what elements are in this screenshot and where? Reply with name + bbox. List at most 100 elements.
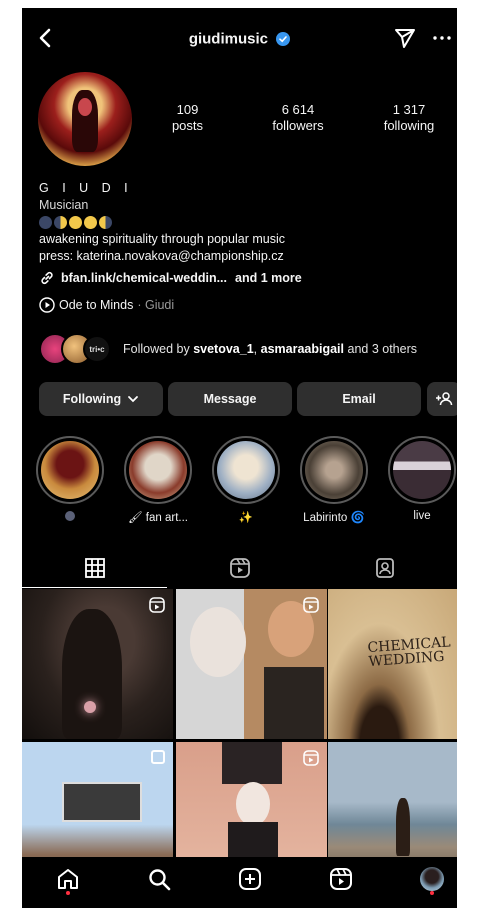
- posts-grid: CHEMICAL WEDDING: [22, 589, 457, 892]
- following-value: 1 317: [392, 102, 426, 117]
- following-button-label: Following: [62, 392, 122, 406]
- posts-count[interactable]: 109 posts: [160, 102, 215, 134]
- avatar-face: [78, 98, 92, 116]
- moon-icon: [84, 215, 97, 229]
- bottom-navigation: [22, 857, 457, 908]
- bio-line-2[interactable]: press: katerina.novakova@championship.cz: [39, 248, 449, 265]
- more-options-icon[interactable]: [432, 30, 452, 46]
- tab-posts-grid[interactable]: [22, 548, 167, 588]
- nav-reels[interactable]: [329, 867, 353, 891]
- profile-bio: G I U D I Musician awakening spiritualit…: [39, 180, 449, 313]
- moon-icon: [39, 215, 52, 229]
- followers-label: followers: [272, 118, 324, 133]
- category-label: Musician: [39, 197, 89, 212]
- reel-icon: [303, 750, 319, 766]
- followed-by-user-1: svetova_1: [193, 342, 254, 356]
- highlight-label: Labirinto 🌀: [303, 512, 365, 524]
- highlight-ring: [124, 436, 192, 504]
- followed-by-suffix: and 3 others: [347, 342, 418, 356]
- posts-label: posts: [171, 118, 204, 133]
- story-highlight[interactable]: Labirinto 🌀: [298, 436, 370, 524]
- music-title: Ode to Minds: [59, 297, 134, 312]
- paintbrush-icon: 🖌: [128, 512, 146, 524]
- highlight-cover: [305, 441, 363, 499]
- message-button-label: Message: [203, 392, 257, 406]
- profile-content-tabs: [22, 548, 457, 588]
- reel-icon: [149, 597, 165, 613]
- followers-count[interactable]: 6 614 followers: [262, 102, 334, 134]
- bio-link-more: and 1 more: [235, 271, 302, 285]
- post-figure: [264, 667, 324, 739]
- nav-create[interactable]: [238, 867, 262, 891]
- profile-music-row[interactable]: Ode to Minds · Giudi: [39, 297, 449, 314]
- post-thumbnail[interactable]: CHEMICAL WEDDING: [328, 589, 457, 739]
- chevron-down-icon: [128, 396, 139, 403]
- home-icon: [58, 869, 78, 889]
- highlight-label: ✨: [238, 512, 254, 524]
- music-artist: · Giudi: [137, 297, 175, 312]
- send-message-icon[interactable]: [393, 26, 417, 50]
- notification-dot: [430, 891, 434, 895]
- followed-by-text: Followed by svetova_1, asmaraabigail and…: [123, 342, 417, 356]
- swirl-icon: 🌀: [350, 512, 365, 524]
- post-figure: [396, 798, 410, 856]
- followed-by-user-2: asmaraabigail: [260, 342, 345, 356]
- reel-icon: [303, 597, 319, 613]
- profile-avatar[interactable]: [38, 72, 132, 166]
- follower-avatar: tri•c: [83, 335, 111, 363]
- nav-profile[interactable]: [420, 867, 444, 891]
- highlight-label: live: [413, 510, 431, 522]
- followed-by-separator: ,: [253, 342, 258, 356]
- message-button[interactable]: Message: [168, 382, 292, 416]
- highlight-cover: [393, 441, 451, 499]
- album-title-art: CHEMICAL WEDDING: [367, 634, 452, 671]
- highlight-cover: [41, 441, 99, 499]
- post-frame: [222, 742, 282, 784]
- instagram-profile-screen: giudimusic 109 posts 6 614 followers 1 3…: [22, 8, 457, 908]
- billboard: [62, 782, 142, 822]
- highlight-label: 🖌 fan art...: [128, 512, 188, 524]
- reels-icon: [330, 868, 352, 890]
- following-count[interactable]: 1 317 following: [374, 102, 444, 134]
- play-circle-icon: [39, 297, 55, 313]
- email-button[interactable]: Email: [297, 382, 421, 416]
- add-user-icon: [436, 392, 453, 406]
- highlight-ring: [388, 436, 456, 504]
- post-figure: [190, 607, 246, 677]
- post-figure: [62, 609, 122, 739]
- post-figure: [236, 782, 270, 826]
- nav-home[interactable]: [56, 867, 80, 891]
- story-highlight[interactable]: live: [386, 436, 457, 522]
- tagged-person-icon: [375, 558, 394, 578]
- tab-tagged[interactable]: [312, 548, 457, 588]
- story-highlight[interactable]: ✨: [210, 436, 282, 524]
- suggested-users-button[interactable]: [427, 382, 457, 416]
- nav-search[interactable]: [147, 867, 171, 891]
- highlight-cover: [129, 441, 187, 499]
- link-icon: [41, 272, 53, 285]
- post-thumbnail[interactable]: [176, 589, 327, 739]
- followers-value: 6 614: [281, 102, 315, 117]
- profile-username-header: giudimusic: [22, 30, 457, 48]
- reels-icon: [229, 558, 250, 578]
- post-thumbnail[interactable]: [22, 589, 173, 739]
- highlight-ring: [300, 436, 368, 504]
- username-text: giudimusic: [188, 30, 268, 48]
- highlight-ring: [36, 436, 104, 504]
- carousel-icon: [151, 750, 165, 764]
- bio-link-row[interactable]: bfan.link/chemical-weddin... and 1 more: [39, 270, 449, 287]
- following-button[interactable]: Following: [39, 382, 163, 416]
- bio-line-1: awakening spirituality through popular m…: [39, 232, 285, 246]
- highlight-ring: [212, 436, 280, 504]
- posts-value: 109: [176, 102, 199, 117]
- story-highlight[interactable]: [34, 436, 106, 522]
- story-highlight[interactable]: 🖌 fan art...: [122, 436, 194, 524]
- top-bar: giudimusic: [22, 8, 457, 68]
- tab-reels[interactable]: [167, 548, 312, 588]
- email-button-label: Email: [342, 392, 376, 406]
- highlight-cover: [217, 441, 275, 499]
- profile-avatar-icon: [420, 867, 444, 891]
- moon-icon: [69, 215, 82, 229]
- followed-by-prefix: Followed by: [123, 342, 190, 356]
- followed-by-row[interactable]: tri•c Followed by svetova_1, asmaraabiga…: [39, 332, 449, 366]
